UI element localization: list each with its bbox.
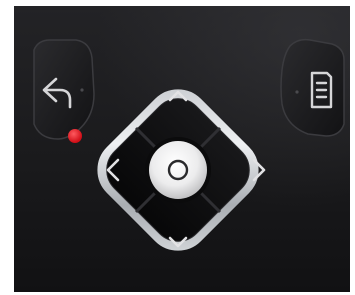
red-dot-icon bbox=[68, 129, 82, 143]
remote-control-photo bbox=[14, 6, 350, 292]
back-dot-icon bbox=[80, 88, 84, 92]
ok-button[interactable] bbox=[145, 137, 211, 203]
back-button[interactable] bbox=[33, 39, 95, 140]
menu-button[interactable] bbox=[280, 38, 345, 137]
menu-dot-icon bbox=[295, 90, 299, 94]
photo-frame bbox=[0, 0, 355, 295]
